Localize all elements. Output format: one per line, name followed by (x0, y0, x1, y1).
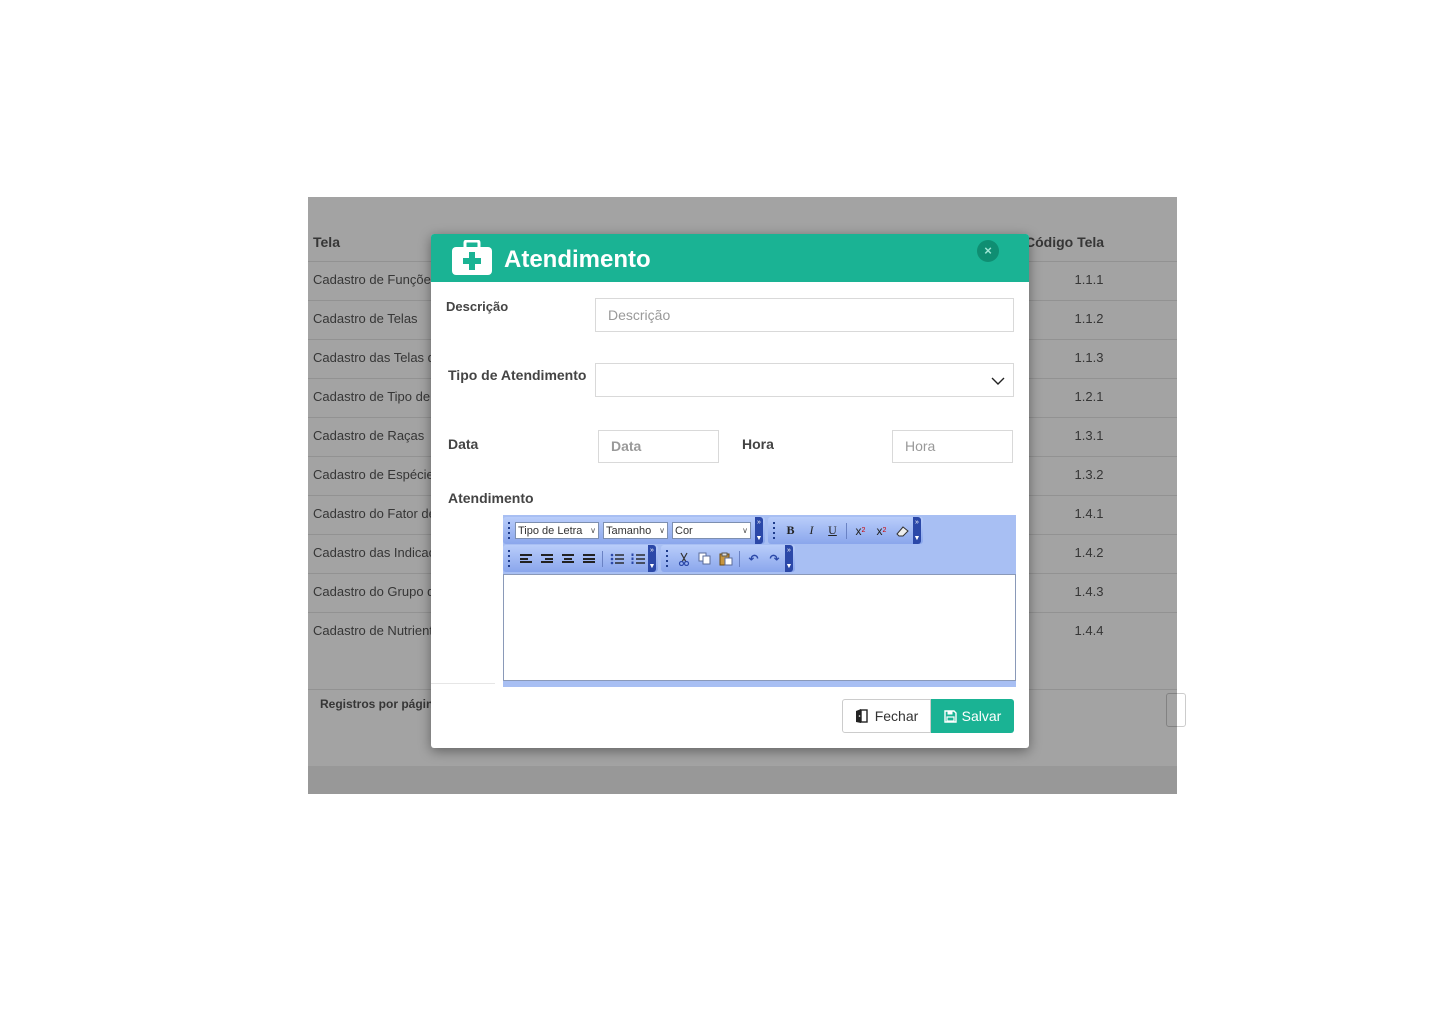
align-justify-icon[interactable] (579, 549, 598, 568)
medical-kit-icon (452, 240, 492, 275)
chevron-down-icon: ∨ (742, 526, 748, 535)
toolbar-separator (602, 550, 603, 567)
font-family-select[interactable]: Tipo de Letra ∨ (515, 522, 599, 539)
toolbar-overflow-icon[interactable]: » ▼ (785, 545, 793, 572)
italic-button[interactable]: I (802, 521, 821, 540)
font-toolbar-group: Tipo de Letra ∨ Tamanho ∨ Cor ∨ » ▼ (503, 517, 765, 544)
atendimento-modal: Atendimento × Descrição Tipo de Atendime… (431, 234, 1029, 748)
tipo-atendimento-label: Tipo de Atendimento (448, 367, 587, 383)
descricao-label: Descrição (446, 299, 509, 314)
toolbar-separator (739, 550, 740, 567)
chevron-down-icon: ∨ (590, 526, 596, 535)
salvar-label: Salvar (961, 708, 1002, 724)
toolbar-overflow-icon[interactable]: » ▼ (913, 517, 921, 544)
salvar-button[interactable]: Salvar (931, 699, 1014, 733)
format-toolbar-group: B I U x2 x2 » ▼ (768, 517, 923, 544)
toolbar-grip (506, 549, 512, 569)
align-right-icon[interactable] (537, 549, 556, 568)
data-label: Data (448, 436, 479, 452)
hora-label: Hora (742, 436, 774, 452)
hora-input[interactable] (903, 437, 1002, 455)
eraser-icon[interactable] (893, 521, 912, 540)
floppy-disk-icon (943, 709, 957, 723)
toolbar-overflow-icon[interactable]: » ▼ (755, 517, 763, 544)
align-left-icon[interactable] (516, 549, 535, 568)
paste-icon[interactable] (716, 549, 735, 568)
bold-button[interactable]: B (781, 521, 800, 540)
font-color-value: Cor (675, 524, 693, 537)
data-field (598, 430, 719, 463)
hora-field (892, 430, 1013, 463)
rich-text-editor: Tipo de Letra ∨ Tamanho ∨ Cor ∨ » ▼ B I U x2… (503, 515, 1016, 687)
tipo-atendimento-select[interactable] (595, 363, 1014, 397)
atendimento-label: Atendimento (448, 490, 534, 506)
toolbar-grip (664, 549, 670, 569)
modal-header: Atendimento × (431, 234, 1029, 282)
numbered-list-icon[interactable] (628, 549, 647, 568)
chevron-down-icon (991, 377, 1005, 385)
close-button[interactable]: × (977, 240, 999, 262)
clipboard-toolbar-group: ↶ ↷ » ▼ (661, 545, 795, 572)
cut-icon[interactable] (674, 549, 693, 568)
chevron-down-icon: ∨ (659, 526, 665, 535)
redo-icon[interactable]: ↷ (765, 549, 784, 568)
editor-toolbar-row-1: Tipo de Letra ∨ Tamanho ∨ Cor ∨ » ▼ B I U x2… (503, 516, 926, 545)
underline-button[interactable]: U (823, 521, 842, 540)
superscript-icon[interactable]: x2 (851, 521, 870, 540)
data-input[interactable] (609, 437, 708, 455)
align-center-icon[interactable] (558, 549, 577, 568)
subscript-icon[interactable]: x2 (872, 521, 891, 540)
toolbar-overflow-icon[interactable]: » ▼ (648, 545, 656, 572)
modal-title: Atendimento (504, 246, 651, 273)
toolbar-grip (771, 521, 777, 541)
door-exit-icon (855, 709, 870, 723)
undo-icon[interactable]: ↶ (744, 549, 763, 568)
font-size-select[interactable]: Tamanho ∨ (603, 522, 668, 539)
editor-content-area[interactable] (503, 574, 1016, 681)
descricao-field (595, 298, 1014, 332)
fechar-label: Fechar (874, 708, 919, 724)
toolbar-separator (846, 522, 847, 539)
bullet-list-icon[interactable] (607, 549, 626, 568)
editor-toolbar-row-2: » ▼ ↶ ↷ » ▼ (503, 544, 798, 573)
font-size-value: Tamanho (606, 524, 652, 537)
copy-icon[interactable] (695, 549, 714, 568)
descricao-input[interactable] (606, 306, 1003, 324)
font-color-select[interactable]: Cor ∨ (672, 522, 751, 539)
font-family-value: Tipo de Letra (518, 524, 583, 537)
divider (431, 683, 495, 684)
fechar-button[interactable]: Fechar (842, 699, 931, 733)
toolbar-grip (506, 521, 512, 541)
paragraph-toolbar-group: » ▼ (503, 545, 658, 572)
